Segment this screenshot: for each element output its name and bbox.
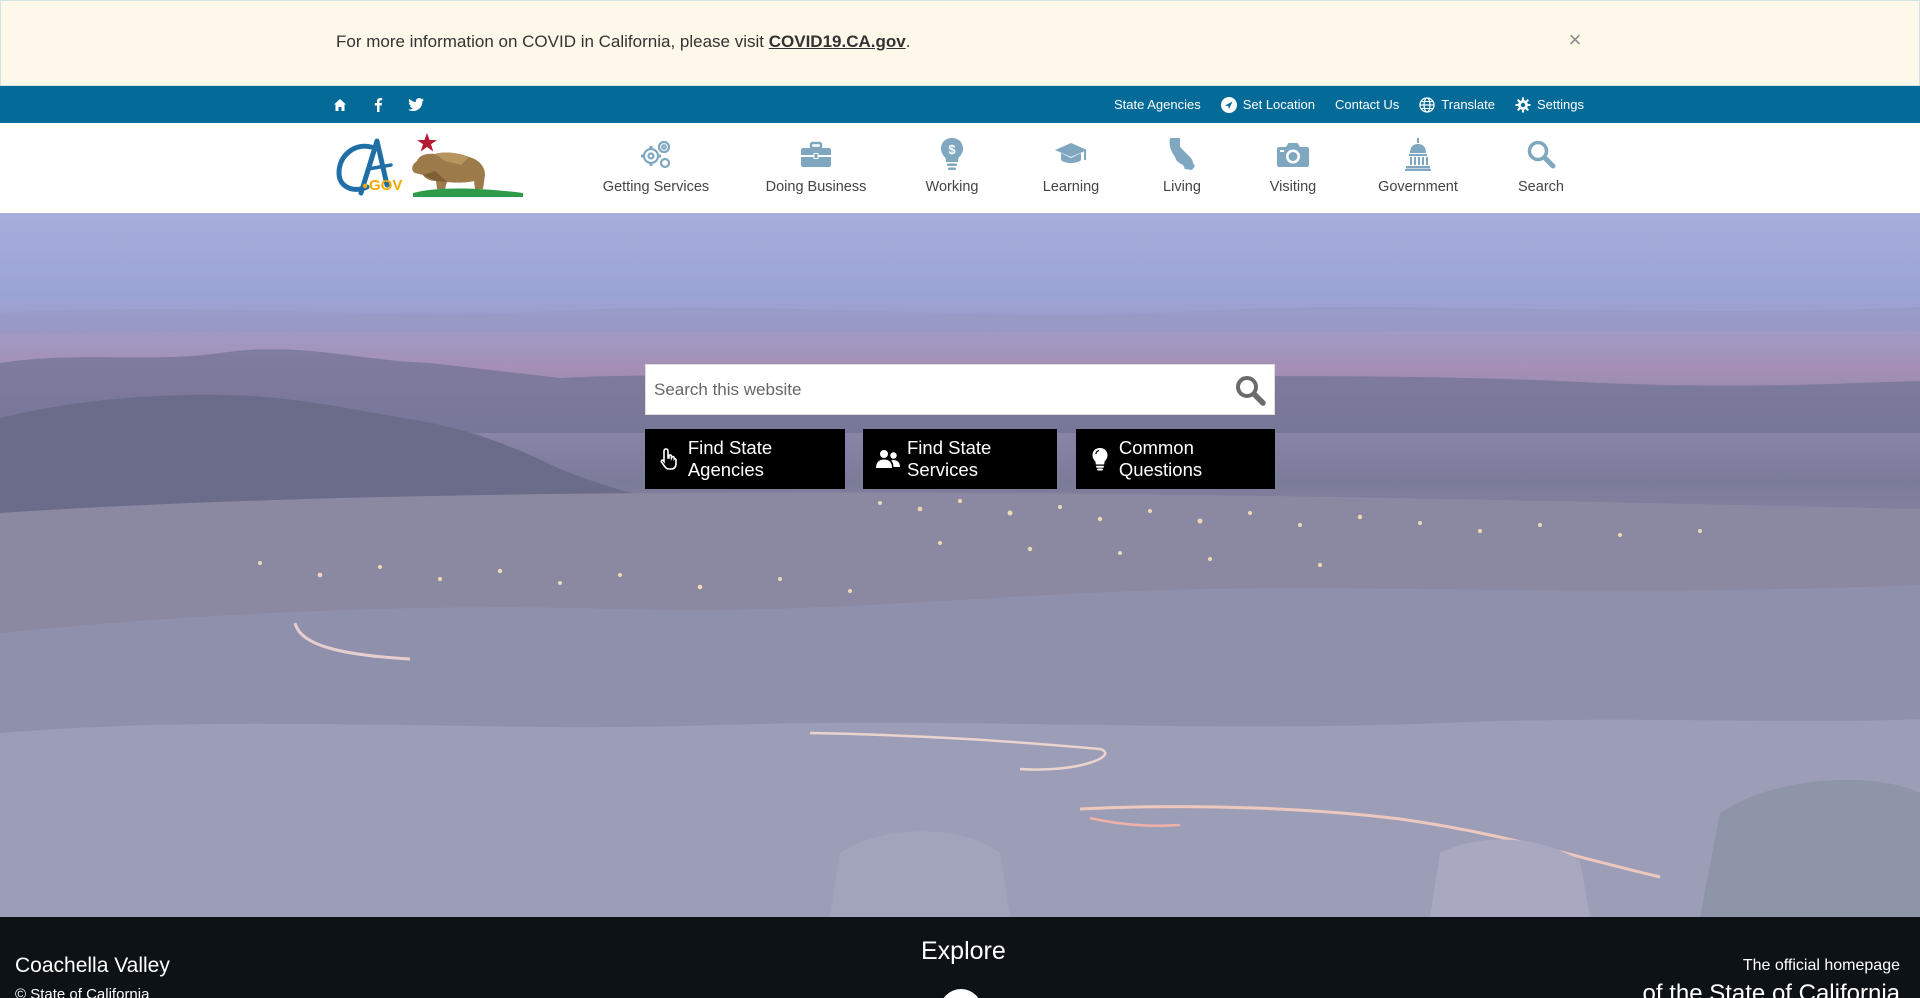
gear-icon xyxy=(1515,97,1531,112)
nav-government[interactable]: Government xyxy=(1354,123,1482,213)
search-icon xyxy=(1523,137,1559,171)
graduation-cap-icon xyxy=(1053,137,1089,171)
set-location-label: Set Location xyxy=(1242,97,1315,112)
capitol-icon xyxy=(1400,137,1436,171)
lightbulb-icon xyxy=(1088,445,1113,473)
twitter-icon[interactable] xyxy=(406,95,426,115)
nav-living-label: Living xyxy=(1163,179,1201,195)
briefcase-icon xyxy=(798,137,834,171)
nav-working[interactable]: $ Working xyxy=(894,123,1010,213)
covid-link[interactable]: COVID19.CA.gov xyxy=(769,32,906,51)
explore-scroll-button[interactable] xyxy=(940,989,982,998)
close-alert-button[interactable]: × xyxy=(1564,29,1586,51)
pointer-hand-icon xyxy=(657,445,682,473)
set-location-link[interactable]: Set Location xyxy=(1220,96,1315,113)
main-nav: Getting Services Doing Business $ Workin… xyxy=(574,123,1600,213)
alert-message: For more information on COVID in Califor… xyxy=(336,32,910,52)
site-header: GOV Getting Services Doing Business $ Wo… xyxy=(0,123,1920,213)
nav-getting-services-label: Getting Services xyxy=(602,179,710,195)
nav-search-label: Search xyxy=(1518,179,1564,195)
nav-learning-label: Learning xyxy=(1042,179,1100,195)
svg-text:GOV: GOV xyxy=(369,177,402,194)
utility-links: State Agencies Set Location Contact Us T… xyxy=(1114,86,1584,123)
alert-suffix: . xyxy=(905,32,911,51)
translate-link[interactable]: Translate xyxy=(1419,96,1496,113)
home-icon[interactable] xyxy=(330,95,350,115)
find-state-agencies-button[interactable]: Find State Agencies xyxy=(645,429,845,489)
state-agencies-link[interactable]: State Agencies xyxy=(1114,97,1201,112)
common-questions-label: Common Questions xyxy=(1118,437,1203,480)
california-icon xyxy=(1164,137,1200,171)
location-icon xyxy=(1220,96,1237,113)
utility-bar: State Agencies Set Location Contact Us T… xyxy=(0,86,1920,123)
svg-text:$: $ xyxy=(948,142,956,157)
nav-government-label: Government xyxy=(1378,179,1458,195)
nav-doing-business[interactable]: Doing Business xyxy=(738,123,894,213)
globe-icon xyxy=(1419,96,1435,113)
nav-working-label: Working xyxy=(925,179,979,195)
translate-label: Translate xyxy=(1441,97,1496,112)
photo-location: Coachella Valley xyxy=(15,954,170,977)
copyright-text: © State of California xyxy=(15,986,150,998)
site-search-box xyxy=(645,364,1275,415)
settings-link[interactable]: Settings xyxy=(1515,97,1584,113)
find-state-services-label: Find State Services xyxy=(907,437,992,480)
ca-gov-logo[interactable]: GOV xyxy=(335,131,523,199)
nav-getting-services[interactable]: Getting Services xyxy=(574,123,738,213)
explore-heading: Explore xyxy=(921,937,1006,965)
find-state-services-button[interactable]: Find State Services xyxy=(863,429,1057,489)
nav-learning[interactable]: Learning xyxy=(1010,123,1132,213)
coachella-valley-photo xyxy=(0,307,1920,917)
nav-visiting[interactable]: Visiting xyxy=(1232,123,1354,213)
magnifier-icon xyxy=(1236,376,1266,406)
common-questions-button[interactable]: Common Questions xyxy=(1076,429,1275,489)
footer-tagline-1: The official homepage xyxy=(1742,957,1900,974)
social-links xyxy=(330,86,426,123)
hero-banner: Find State Agencies Find State Services … xyxy=(0,213,1920,917)
site-footer: Coachella Valley © State of California E… xyxy=(0,917,1920,998)
nav-search[interactable]: Search xyxy=(1482,123,1600,213)
covid-alert-banner: For more information on COVID in Califor… xyxy=(0,0,1920,86)
find-state-agencies-label: Find State Agencies xyxy=(687,437,773,480)
facebook-icon[interactable] xyxy=(368,95,388,115)
people-icon xyxy=(875,445,901,473)
lightbulb-dollar-icon: $ xyxy=(934,137,970,171)
nav-visiting-label: Visiting xyxy=(1269,179,1317,195)
site-search-input[interactable] xyxy=(646,365,1216,414)
nav-living[interactable]: Living xyxy=(1132,123,1232,213)
gears-icon xyxy=(638,137,674,171)
alert-text: For more information on COVID in Califor… xyxy=(336,32,769,51)
site-search-button[interactable] xyxy=(1232,373,1268,407)
nav-doing-business-label: Doing Business xyxy=(765,179,867,195)
state-agencies-label: State Agencies xyxy=(1113,97,1201,112)
settings-label: Settings xyxy=(1537,97,1584,112)
footer-tagline-2: of the State of California xyxy=(1642,980,1900,998)
contact-us-link[interactable]: Contact Us xyxy=(1335,97,1399,112)
contact-us-label: Contact Us xyxy=(1334,97,1400,112)
camera-icon xyxy=(1275,137,1311,171)
